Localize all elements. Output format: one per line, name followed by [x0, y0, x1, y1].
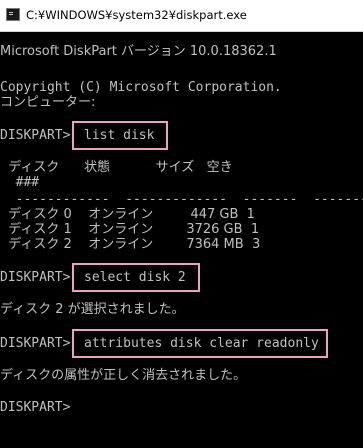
table-separator: ------------ ------------- ------- -----…: [0, 192, 363, 207]
table-row: ディスク 2 オンライン 7364 MB 3: [0, 237, 261, 252]
command-highlight: [72, 263, 200, 292]
table-row: ディスク 0 オンライン 447 GB 1: [0, 207, 255, 222]
table-row: ディスク 1 オンライン 3726 GB 1: [0, 222, 260, 237]
command-highlight: [72, 329, 328, 358]
select-response: ディスク 2 が選択されました。: [0, 302, 185, 317]
console-output[interactable]: Microsoft DiskPart バージョン 10.0.18362.1 Co…: [0, 32, 363, 448]
prompt: DISKPART>: [0, 128, 71, 143]
attributes-response: ディスクの属性が正しく消去されました。: [0, 368, 247, 383]
prompt: DISKPART>: [0, 336, 71, 351]
table-header: ディスク 状態 サイズ 空き: [0, 160, 233, 175]
table-header-number: ###: [0, 175, 40, 190]
title-bar[interactable]: C:¥WINDOWS¥system32¥diskpart.exe: [0, 0, 363, 32]
prompt: DISKPART>: [0, 400, 71, 415]
prompt: DISKPART>: [0, 270, 71, 285]
copyright-line: Copyright (C) Microsoft Corporation.: [0, 80, 282, 95]
console-icon: [6, 8, 20, 21]
window-title: C:¥WINDOWS¥system32¥diskpart.exe: [26, 8, 247, 22]
version-banner: Microsoft DiskPart バージョン 10.0.18362.1: [0, 44, 277, 59]
computer-label: コンピューター:: [0, 95, 96, 110]
command-highlight: [72, 121, 168, 150]
